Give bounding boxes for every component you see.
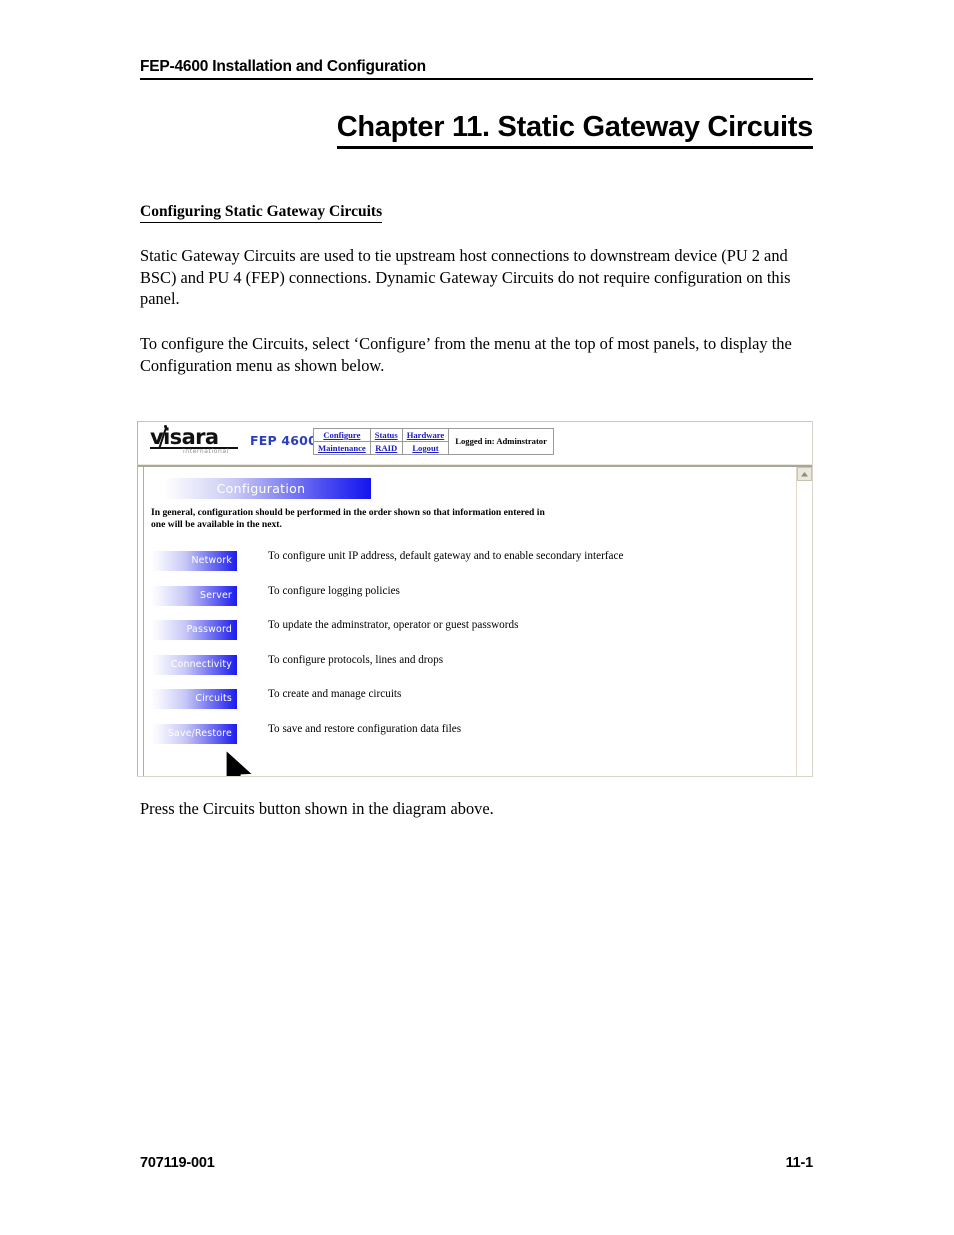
page-title: Chapter 11. Static Gateway Circuits bbox=[336, 110, 813, 149]
save-restore-button[interactable]: Save/Restore bbox=[151, 723, 237, 744]
connectivity-button-label: Connectivity bbox=[170, 658, 232, 670]
config-row-connectivity: Connectivity To configure protocols, lin… bbox=[151, 653, 791, 690]
config-row-circuits: Circuits To create and manage circuits bbox=[151, 688, 791, 724]
app-content-pane: Configuration In general, configuration … bbox=[138, 467, 797, 776]
app-topbar: visara international FEP 4600 Configure … bbox=[138, 422, 812, 464]
network-button[interactable]: Network bbox=[151, 551, 237, 571]
server-button[interactable]: Server bbox=[151, 585, 237, 606]
circuits-button-label: Circuits bbox=[195, 693, 232, 704]
connectivity-description: To configure protocols, lines and drops bbox=[268, 653, 444, 666]
nav-link-logout[interactable]: Logout bbox=[412, 443, 438, 453]
circuits-description: To create and manage circuits bbox=[268, 688, 402, 700]
configuration-button-list: Network To configure unit IP address, de… bbox=[151, 550, 791, 759]
server-button-label: Server bbox=[200, 589, 232, 601]
content-left-rule bbox=[143, 467, 144, 776]
nav-cell-status[interactable]: Status bbox=[369, 428, 403, 442]
configuration-banner: Configuration bbox=[151, 478, 371, 499]
network-description: To configure unit IP address, default ga… bbox=[268, 550, 624, 562]
config-row-password: Password To update the adminstrator, ope… bbox=[151, 619, 791, 655]
running-header: FEP-4600 Installation and Configuration bbox=[140, 58, 813, 80]
password-button-label: Password bbox=[186, 624, 232, 635]
paragraph-configure: To configure the Circuits, select ‘Confi… bbox=[140, 334, 792, 375]
nav-link-hardware[interactable]: Hardware bbox=[407, 430, 445, 440]
page-footer: 707119-001 11-1 bbox=[140, 1155, 813, 1171]
running-header-title: FEP-4600 Installation and Configuration bbox=[140, 58, 426, 75]
nav-cell-hardware[interactable]: Hardware bbox=[401, 428, 450, 442]
app-nav-table: Configure Status Hardware Logged in: Adm… bbox=[313, 428, 554, 455]
configuration-banner-label: Configuration bbox=[216, 481, 306, 496]
chapter-title-container: Chapter 11. Static Gateway Circuits bbox=[140, 110, 813, 149]
logo-dot-mark bbox=[163, 425, 167, 428]
section-heading: Configuring Static Gateway Circuits bbox=[140, 202, 383, 223]
nav-cell-configure[interactable]: Configure bbox=[313, 428, 371, 442]
circuits-button[interactable]: Circuits bbox=[151, 689, 237, 709]
visara-tagline: international bbox=[183, 448, 229, 455]
config-row-save-restore: Save/Restore To save and restore configu… bbox=[151, 722, 791, 759]
nav-link-status[interactable]: Status bbox=[375, 430, 398, 440]
save-restore-button-label: Save/Restore bbox=[167, 727, 232, 739]
product-model-label: FEP 4600 bbox=[250, 433, 317, 448]
app-scrollbar[interactable] bbox=[796, 467, 812, 776]
figure-border-bottom bbox=[137, 776, 813, 777]
password-button[interactable]: Password bbox=[151, 620, 237, 640]
scroll-track[interactable] bbox=[797, 481, 812, 776]
scroll-up-button[interactable] bbox=[797, 467, 812, 481]
document-page: FEP-4600 Installation and Configuration … bbox=[0, 0, 954, 1235]
page-number: 11-1 bbox=[785, 1155, 814, 1171]
embedded-app-screenshot: visara international FEP 4600 Configure … bbox=[137, 421, 813, 777]
nav-cell-maintenance[interactable]: Maintenance bbox=[313, 441, 371, 455]
paragraph-press: Press the Circuits button shown in the d… bbox=[140, 799, 494, 818]
network-button-label: Network bbox=[191, 555, 232, 566]
save-restore-description: To save and restore configuration data f… bbox=[268, 722, 462, 735]
password-description: To update the adminstrator, operator or … bbox=[268, 619, 519, 631]
nav-row-1: Configure Status Hardware Logged in: Adm… bbox=[313, 428, 554, 455]
config-row-server: Server To configure logging policies bbox=[151, 584, 791, 621]
server-description: To configure logging policies bbox=[268, 584, 400, 597]
connectivity-button[interactable]: Connectivity bbox=[151, 654, 237, 675]
nav-cell-logout[interactable]: Logout bbox=[401, 441, 450, 455]
paragraph-intro: Static Gateway Circuits are used to tie … bbox=[140, 246, 791, 308]
config-row-network: Network To configure unit IP address, de… bbox=[151, 550, 791, 586]
figure-border-right bbox=[812, 421, 813, 777]
visara-logo: visara international bbox=[150, 425, 240, 457]
chevron-up-icon bbox=[801, 472, 808, 477]
configuration-note: In general, configuration should be perf… bbox=[151, 507, 545, 530]
header-rule bbox=[140, 78, 813, 80]
nav-link-maintenance[interactable]: Maintenance bbox=[318, 443, 366, 453]
nav-cell-raid[interactable]: RAID bbox=[369, 441, 403, 455]
logged-in-status: Logged in: Adminstrator bbox=[448, 428, 554, 455]
document-number: 707119-001 bbox=[140, 1155, 215, 1171]
nav-link-raid[interactable]: RAID bbox=[375, 443, 397, 453]
nav-link-configure[interactable]: Configure bbox=[323, 430, 360, 440]
